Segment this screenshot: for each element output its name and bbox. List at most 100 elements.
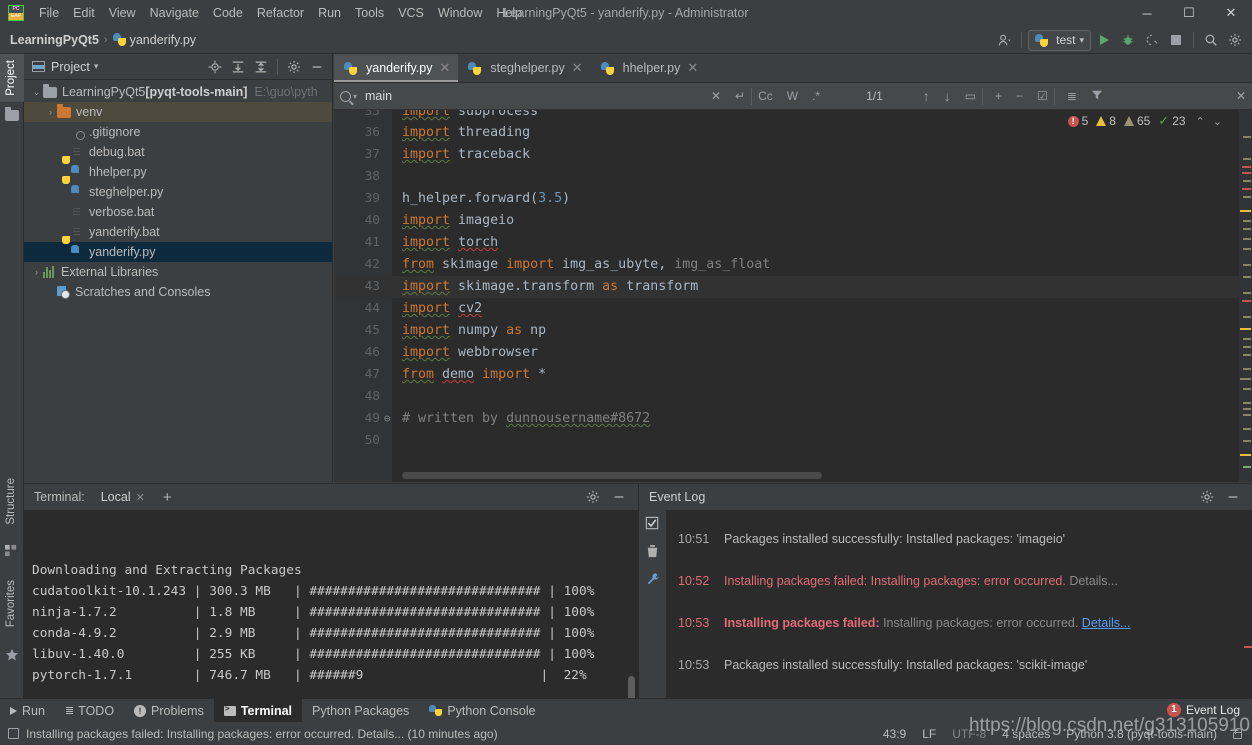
editor-marker-scrollbar[interactable] xyxy=(1239,110,1252,482)
terminal-add-icon[interactable]: + xyxy=(163,489,172,506)
stop-button[interactable] xyxy=(1165,29,1187,51)
editor-tab[interactable]: steghelper.py ✕ xyxy=(458,54,590,82)
code-line[interactable]: 49 ⊖ # written by dunnousername#8672 xyxy=(334,408,1252,430)
event-log-entry[interactable]: 10:51 Packages installed successfully: In… xyxy=(666,528,1252,570)
locate-file-icon[interactable] xyxy=(204,56,226,78)
event-log-list[interactable]: 10:51 Packages installed successfully: In… xyxy=(666,510,1252,698)
sidebar-tab-project[interactable]: Project xyxy=(0,54,24,102)
find-clear-icon[interactable]: ✕ xyxy=(711,89,721,103)
editor-tab-close-icon[interactable]: ✕ xyxy=(572,60,583,76)
mark-all-read-icon[interactable] xyxy=(645,516,660,534)
indent-setting[interactable]: 4 spaces xyxy=(1002,727,1050,741)
code-line[interactable]: 42 from skimage import img_as_ubyte, img_… xyxy=(334,254,1252,276)
tree-node[interactable]: › External Libraries xyxy=(24,262,332,282)
maximize-button[interactable]: ☐ xyxy=(1168,0,1210,26)
bottom-tab-run[interactable]: Run xyxy=(0,699,55,722)
file-encoding[interactable]: UTF-8 xyxy=(952,727,986,741)
code-line[interactable]: 50 xyxy=(334,430,1252,452)
event-log-notification-badge[interactable]: 1 Event Log xyxy=(1160,701,1246,719)
find-next-icon[interactable]: ↓ xyxy=(944,88,951,104)
code-line[interactable]: 38 xyxy=(334,166,1252,188)
menu-item-code[interactable]: Code xyxy=(206,2,250,24)
code-line[interactable]: 46 import webbrowser xyxy=(334,342,1252,364)
find-input-wrapper[interactable]: ▾ main xyxy=(340,86,578,107)
tree-node[interactable]: .gitignore xyxy=(24,122,332,142)
close-button[interactable]: ✕ xyxy=(1210,0,1252,26)
code-line[interactable]: 48 xyxy=(334,386,1252,408)
menu-item-tools[interactable]: Tools xyxy=(348,2,391,24)
editor-tab-close-icon[interactable]: ✕ xyxy=(439,60,450,76)
menu-item-edit[interactable]: Edit xyxy=(66,2,102,24)
tree-node[interactable]: verbose.bat xyxy=(24,202,332,222)
bottom-tab-python-console[interactable]: Python Console xyxy=(419,699,545,722)
minimize-button[interactable]: ─ xyxy=(1126,0,1168,26)
breadcrumb-file[interactable]: yanderify.py xyxy=(130,33,196,47)
search-everywhere-icon[interactable] xyxy=(1200,29,1222,51)
bottom-tab-problems[interactable]: ! Problems xyxy=(124,699,214,722)
editor-tab[interactable]: hhelper.py ✕ xyxy=(591,54,707,82)
code-line[interactable]: 45 import numpy as np xyxy=(334,320,1252,342)
event-details-link[interactable]: Details... xyxy=(1069,574,1118,588)
chevron-down-icon[interactable]: ▾ xyxy=(94,61,99,72)
menu-item-vcs[interactable]: VCS xyxy=(391,2,431,24)
settings-gear-icon[interactable] xyxy=(1224,29,1246,51)
run-button[interactable] xyxy=(1093,29,1115,51)
code-line[interactable]: 44 import cv2 xyxy=(334,298,1252,320)
menu-item-view[interactable]: View xyxy=(102,2,143,24)
inspection-next-icon[interactable]: ⌄ xyxy=(1211,115,1224,128)
coverage-button[interactable] xyxy=(1141,29,1163,51)
breadcrumb-project[interactable]: LearningPyQt5 xyxy=(10,33,99,47)
expand-arrow-icon[interactable]: › xyxy=(30,262,43,282)
hide-panel-icon[interactable] xyxy=(306,56,328,78)
code-fold-icon[interactable]: ⊖ xyxy=(384,408,391,430)
regex-toggle[interactable]: .* xyxy=(812,89,820,103)
editor-tab-close-icon[interactable]: ✕ xyxy=(687,60,698,76)
tree-node[interactable]: debug.bat xyxy=(24,142,332,162)
menu-item-refactor[interactable]: Refactor xyxy=(250,2,311,24)
code-line[interactable]: 37 import traceback xyxy=(334,144,1252,166)
expand-all-icon[interactable] xyxy=(227,56,249,78)
terminal-settings-gear-icon[interactable] xyxy=(582,486,604,508)
collapse-all-icon[interactable] xyxy=(250,56,272,78)
filter-list-icon[interactable]: ≣ xyxy=(1067,89,1077,103)
structure-icon[interactable] xyxy=(5,544,19,558)
project-settings-gear-icon[interactable] xyxy=(283,56,305,78)
status-message[interactable]: Installing packages failed: Installing p… xyxy=(26,727,498,741)
code-line[interactable]: 43 import skimage.transform as transform xyxy=(334,276,1252,298)
terminal-hide-icon[interactable] xyxy=(608,486,630,508)
code-line[interactable]: 47 from demo import * xyxy=(334,364,1252,386)
whole-words-toggle[interactable]: W xyxy=(787,89,798,103)
add-cursor-icon[interactable]: + xyxy=(995,89,1002,103)
filter-icon[interactable] xyxy=(1091,89,1103,104)
python-interpreter[interactable]: Python 3.8 (pyqt-tools-main) xyxy=(1066,727,1217,741)
code-line[interactable]: 40 import imageio xyxy=(334,210,1252,232)
inspection-widget[interactable]: ! 5 8 65 ✓ 23 ⌃ ⌄ xyxy=(1067,113,1224,129)
project-files-icon[interactable] xyxy=(5,107,19,124)
menu-item-file[interactable]: File xyxy=(32,2,66,24)
editor-horizontal-scrollbar[interactable] xyxy=(402,472,822,479)
event-details-link[interactable]: Details... xyxy=(1082,616,1131,630)
editor-tab[interactable]: yanderify.py ✕ xyxy=(334,54,459,82)
tree-node[interactable]: yanderify.py xyxy=(24,242,332,262)
menu-item-run[interactable]: Run xyxy=(311,2,348,24)
project-panel-title[interactable]: Project xyxy=(51,60,90,74)
tree-node[interactable]: ⌄ LearningPyQt5 [pyqt-tools-main] E:\guo\p… xyxy=(24,82,332,102)
run-configuration-selector[interactable]: test ▾ xyxy=(1028,29,1091,51)
settings-wrench-icon[interactable] xyxy=(646,572,660,589)
menu-item-navigate[interactable]: Navigate xyxy=(143,2,206,24)
tree-node[interactable]: Scratches and Consoles xyxy=(24,282,332,302)
delete-icon[interactable] xyxy=(646,544,659,562)
find-input[interactable]: main xyxy=(365,89,392,103)
code-editor[interactable]: 35 import subprocess 36 import threading 37 i… xyxy=(334,110,1252,482)
tree-node[interactable]: hhelper.py xyxy=(24,162,332,182)
code-line[interactable]: 39 h_helper.forward(3.5) xyxy=(334,188,1252,210)
tree-node[interactable]: › venv xyxy=(24,102,332,122)
remove-cursor-icon[interactable]: − xyxy=(1016,89,1023,103)
terminal-tab-close-icon[interactable]: ✕ xyxy=(136,491,145,504)
terminal-scrollbar[interactable] xyxy=(628,676,635,698)
expand-arrow-icon[interactable]: › xyxy=(44,102,57,122)
select-all-occurrences-icon[interactable]: ▭ xyxy=(965,89,976,103)
event-log-entry[interactable]: 10:53 Installing packages failed: Install… xyxy=(666,612,1252,654)
event-log-entry[interactable]: 10:53 Packages installed successfully: In… xyxy=(666,654,1252,696)
bottom-tab-terminal[interactable]: Terminal xyxy=(213,699,303,722)
